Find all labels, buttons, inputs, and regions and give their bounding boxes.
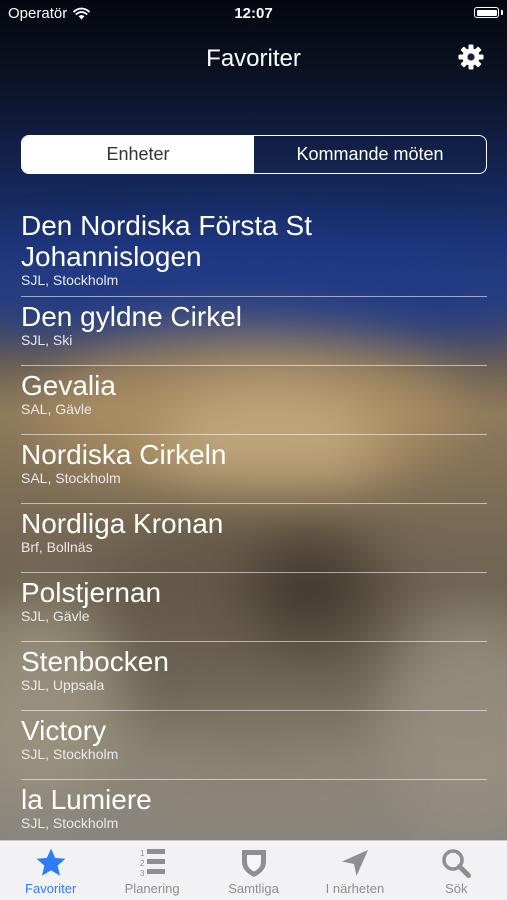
list-item-title: Nordliga Kronan: [21, 508, 224, 539]
status-time: 12:07: [234, 5, 273, 22]
svg-text:3: 3: [140, 869, 145, 878]
battery-tip: [501, 10, 503, 15]
tab-sok[interactable]: Sök: [406, 841, 507, 900]
list-item[interactable]: Den Nordiska Första St Johannislogen SJL…: [0, 206, 507, 297]
list-item-title: la Lumiere: [21, 784, 152, 815]
list-item-title: Stenbocken: [21, 646, 169, 677]
numbered-list-icon: 1 2 3: [140, 849, 166, 878]
tab-bar: Favoriter 1 2 3 Planering Samtliga I när…: [0, 840, 507, 900]
list-item-subtitle: SJL, Stockholm: [21, 746, 119, 762]
list-item-subtitle: SJL, Stockholm: [21, 815, 119, 831]
page-title: Favoriter: [206, 45, 301, 72]
tab-label: I närheten: [325, 881, 385, 896]
svg-text:2: 2: [140, 859, 145, 868]
list-item-subtitle: SJL, Uppsala: [21, 677, 105, 693]
list-item[interactable]: Nordliga Kronan Brf, Bollnäs: [0, 504, 507, 573]
list-item[interactable]: Victory SJL, Stockholm: [0, 711, 507, 780]
tab-favoriter[interactable]: Favoriter: [0, 841, 101, 900]
location-arrow-icon: [341, 850, 368, 876]
favorites-list: Den Nordiska Första St Johannislogen SJL…: [0, 206, 507, 849]
tab-planering[interactable]: 1 2 3 Planering: [101, 841, 202, 900]
list-item[interactable]: la Lumiere SJL, Stockholm: [0, 780, 507, 849]
segment-kommande-moten[interactable]: Kommande möten: [254, 136, 486, 173]
list-item[interactable]: Nordiska Cirkeln SAL, Stockholm: [0, 435, 507, 504]
battery-level: [476, 9, 497, 16]
list-item-subtitle: SJL, Gävle: [21, 608, 90, 624]
list-item-title: Nordiska Cirkeln: [21, 439, 227, 470]
list-item-title: Den gyldne Cirkel: [21, 301, 242, 332]
list-item-title: Victory: [21, 715, 107, 746]
battery-icon: [474, 7, 499, 18]
svg-text:1: 1: [140, 849, 145, 858]
tab-label: Planering: [124, 881, 180, 896]
star-icon: [36, 848, 66, 876]
list-item-subtitle: SAL, Stockholm: [21, 470, 121, 486]
gear-icon[interactable]: [457, 43, 485, 71]
list-item-subtitle: SJL, Ski: [21, 332, 73, 348]
status-bar: Operatör 12:07: [0, 0, 507, 28]
list-item[interactable]: Stenbocken SJL, Uppsala: [0, 642, 507, 711]
tab-label: Sök: [445, 881, 468, 896]
tab-i-narheten[interactable]: I närheten: [304, 841, 405, 900]
tab-label: Favoriter: [25, 881, 77, 896]
list-item-title: Polstjernan: [21, 577, 162, 608]
list-item[interactable]: Gevalia SAL, Gävle: [0, 366, 507, 435]
shield-icon: [241, 850, 266, 877]
tab-label: Samtliga: [228, 881, 279, 896]
segmented-control: Enheter Kommande möten: [21, 135, 487, 174]
list-item-subtitle: SJL, Stockholm: [21, 272, 119, 288]
navigation-bar: Favoriter: [0, 28, 507, 83]
list-item[interactable]: Den gyldne Cirkel SJL, Ski: [0, 297, 507, 366]
segment-enheter[interactable]: Enheter: [22, 136, 254, 173]
search-icon: [442, 849, 472, 878]
list-item[interactable]: Polstjernan SJL, Gävle: [0, 573, 507, 642]
list-item-title: Gevalia: [21, 370, 116, 401]
list-item-subtitle: SAL, Gävle: [21, 401, 92, 417]
tab-samtliga[interactable]: Samtliga: [203, 841, 304, 900]
list-item-subtitle: Brf, Bollnäs: [21, 539, 93, 555]
list-item-title: Den Nordiska Första St Johannislogen: [21, 210, 312, 272]
